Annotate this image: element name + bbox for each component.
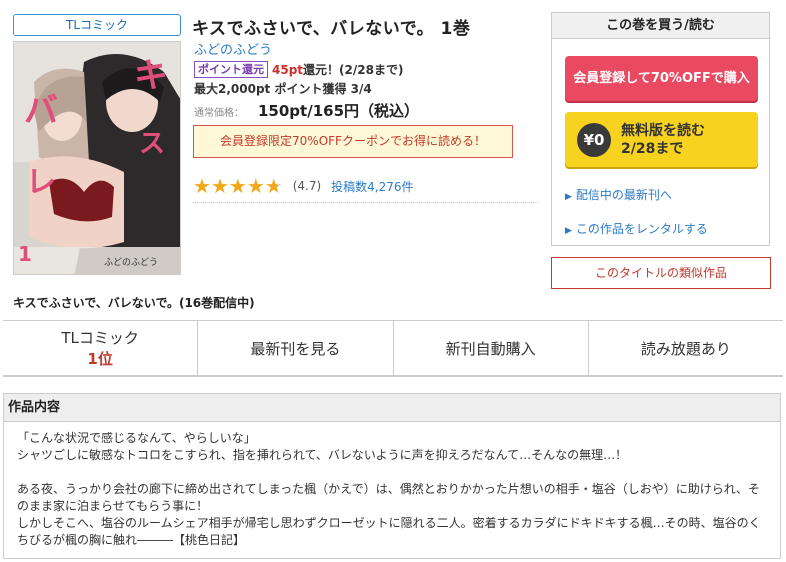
cover-author: ふどのふどう	[104, 258, 159, 268]
star-icon: ★	[246, 174, 265, 198]
description-line	[17, 464, 780, 481]
tab-latest-label: 最新刊を見る	[250, 339, 341, 358]
half-star-icon: ★	[264, 174, 283, 198]
buy-panel-header: この巻を買う/読む	[552, 13, 769, 39]
tab-genre-rank: 1位	[87, 350, 113, 368]
triangle-right-icon: ▶	[565, 226, 572, 236]
latest-volume-link[interactable]: ▶ 配信中の最新刊へ	[565, 186, 672, 203]
description-line: のまま家に泊まらせてもらう事に！	[17, 499, 209, 513]
rating-row: ★ ★ ★ ★ ★ (4.7) 投稿数4,276件	[193, 176, 414, 196]
description-line: ちびるが楓の胸に触れ―――【桃色日記】	[17, 533, 246, 547]
svg-text:キ: キ	[134, 56, 168, 96]
description-line: ある夜、うっかり会社の廊下に締め出されてしまった楓（かえで）は、偶然とおりかかっ…	[17, 482, 760, 496]
price-line: 通常価格： 150pt/165円（税込）	[194, 100, 419, 121]
price-value: 150pt/165円（税込）	[258, 102, 420, 120]
description-line: シャツごしに敏感なトコロをこすられ、指を挿れられて、バレないように声を抑えろだな…	[17, 448, 628, 462]
divider	[193, 202, 538, 203]
free-read-deadline: 2/28まで	[621, 140, 684, 157]
description-section: 作品内容 「こんな状況で感じるなんて、やらしいな」 シャツごしに敏感なトコロをこ…	[3, 393, 781, 559]
review-count-link[interactable]: 投稿数4,276件	[331, 178, 413, 195]
price-label: 通常価格：	[194, 108, 244, 119]
star-icon: ★	[193, 174, 211, 198]
cover-volume-number: 1	[18, 242, 32, 266]
description-body: 「こんな状況で感じるなんて、やらしいな」 シャツごしに敏感なトコロをこすられ、指…	[4, 422, 780, 549]
point-amount: 45pt	[272, 62, 304, 77]
book-cover-image[interactable]: バ キ レ ス 1 ふどのふどう	[13, 41, 181, 275]
rental-link[interactable]: ▶ この作品をレンタルする	[565, 220, 708, 237]
buy-panel: この巻を買う/読む 会員登録して70%OFFで購入 ¥0 無料版を読む 2/28…	[551, 12, 770, 246]
book-title: キスでふさいで、バレないで。 1巻	[192, 19, 471, 39]
max-points-line: 最大2,000pt ポイント獲得 3/4	[194, 82, 372, 96]
description-line: 「こんな状況で感じるなんて、やらしいな」	[17, 431, 256, 445]
tab-latest-volume[interactable]: 最新刊を見る	[198, 321, 394, 375]
series-title[interactable]: キスでふさいで、バレないで。(16巻配信中)	[13, 294, 255, 311]
star-icon: ★	[210, 174, 229, 198]
free-read-button[interactable]: ¥0 無料版を読む 2/28まで	[565, 112, 758, 167]
rental-label: この作品をレンタルする	[575, 222, 708, 236]
description-line: しかしそこへ、塩谷のルームシェア相手が帰宅し思わずクローゼットに隠れる二人。密着…	[17, 516, 761, 530]
description-header: 作品内容	[4, 394, 780, 422]
free-read-text: 無料版を読む 2/28まで	[621, 122, 705, 158]
svg-text:バ: バ	[24, 91, 58, 131]
similar-titles-button[interactable]: このタイトルの類似作品	[551, 257, 771, 289]
svg-text:レ: レ	[26, 165, 56, 200]
free-read-label: 無料版を読む	[621, 122, 705, 139]
tab-genre-label: TLコミック	[61, 329, 139, 347]
member-purchase-button[interactable]: 会員登録して70%OFFで購入	[565, 56, 758, 101]
info-tab-bar: TLコミック 1位 最新刊を見る 新刊自動購入 読み放題あり	[3, 320, 783, 377]
point-return-badge: ポイント還元	[194, 61, 268, 78]
tab-unlimited[interactable]: 読み放題あり	[589, 321, 783, 375]
author-link[interactable]: ふどのふどう	[194, 39, 272, 58]
star-icon: ★	[228, 174, 247, 198]
rating-value: (4.7)	[292, 179, 322, 193]
svg-text:ス: ス	[139, 129, 165, 159]
cover-illustration: バ キ レ ス	[14, 42, 180, 274]
tab-auto-purchase-label: 新刊自動購入	[445, 339, 536, 358]
yen-zero-icon: ¥0	[577, 122, 611, 157]
tab-auto-purchase[interactable]: 新刊自動購入	[394, 321, 589, 375]
tab-unlimited-label: 読み放題あり	[640, 339, 731, 358]
tab-genre-ranking[interactable]: TLコミック 1位	[3, 321, 199, 375]
point-return-line: ポイント還元 45pt 還元！(2/28まで)	[194, 61, 403, 78]
coupon-banner[interactable]: 会員登録限定70%OFFクーポンでお得に読める！	[193, 125, 513, 158]
rating-stars: ★ ★ ★ ★ ★	[193, 176, 283, 196]
point-return-period: 還元！(2/28まで)	[303, 63, 404, 77]
triangle-right-icon: ▶	[565, 192, 572, 202]
latest-volume-label: 配信中の最新刊へ	[575, 188, 672, 202]
genre-tag[interactable]: TLコミック	[13, 14, 181, 36]
